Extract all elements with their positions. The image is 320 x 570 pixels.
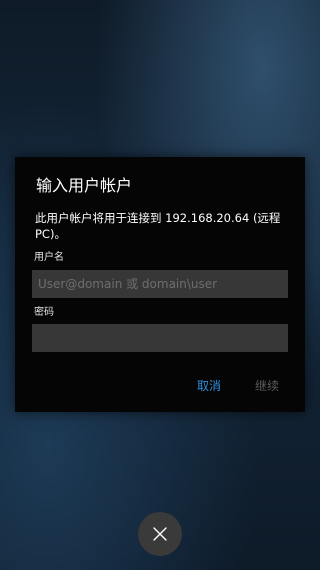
close-icon (153, 527, 167, 541)
password-input[interactable] (32, 324, 288, 352)
close-button[interactable] (138, 512, 182, 556)
password-label: 密码 (34, 307, 54, 318)
cancel-button[interactable]: 取消 (197, 378, 221, 394)
username-label: 用户名 (34, 252, 64, 263)
user-account-dialog: 输入用户帐户 此用户帐户将用于连接到 192.168.20.64 (远程 PC)… (15, 157, 305, 412)
continue-button[interactable]: 继续 (255, 378, 279, 394)
dialog-message: 此用户帐户将用于连接到 192.168.20.64 (远程 PC)。 (35, 211, 281, 241)
dialog-title: 输入用户帐户 (36, 176, 133, 195)
username-input[interactable] (32, 270, 288, 298)
screen: 输入用户帐户 此用户帐户将用于连接到 192.168.20.64 (远程 PC)… (0, 0, 320, 570)
